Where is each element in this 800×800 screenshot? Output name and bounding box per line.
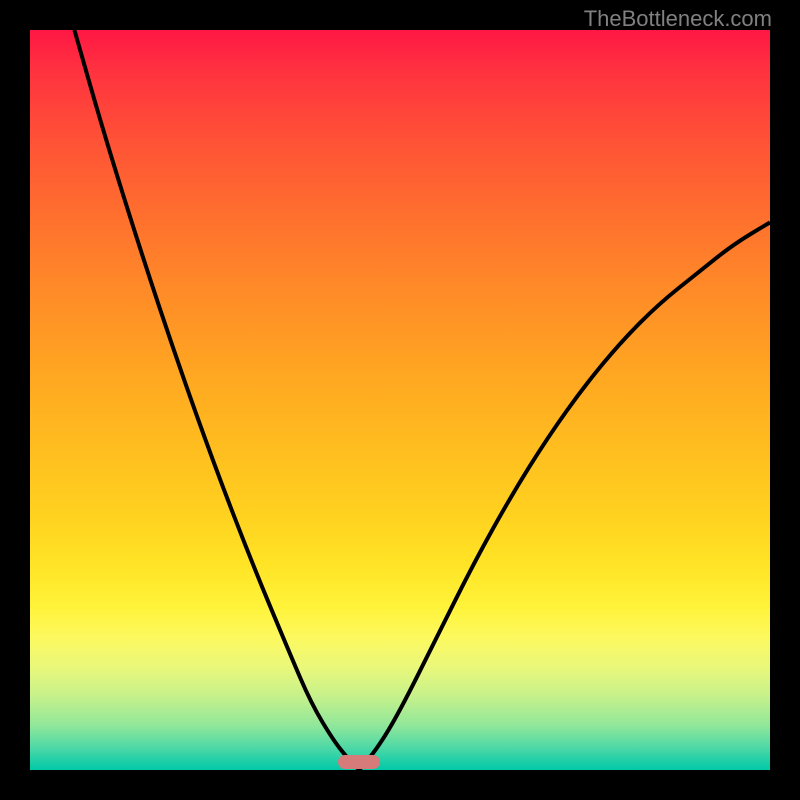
chart-area — [30, 30, 770, 770]
minimum-marker — [338, 755, 380, 769]
left-curve — [74, 30, 359, 770]
watermark-text: TheBottleneck.com — [584, 6, 772, 32]
right-curve — [359, 222, 770, 770]
chart-curves — [30, 30, 770, 770]
